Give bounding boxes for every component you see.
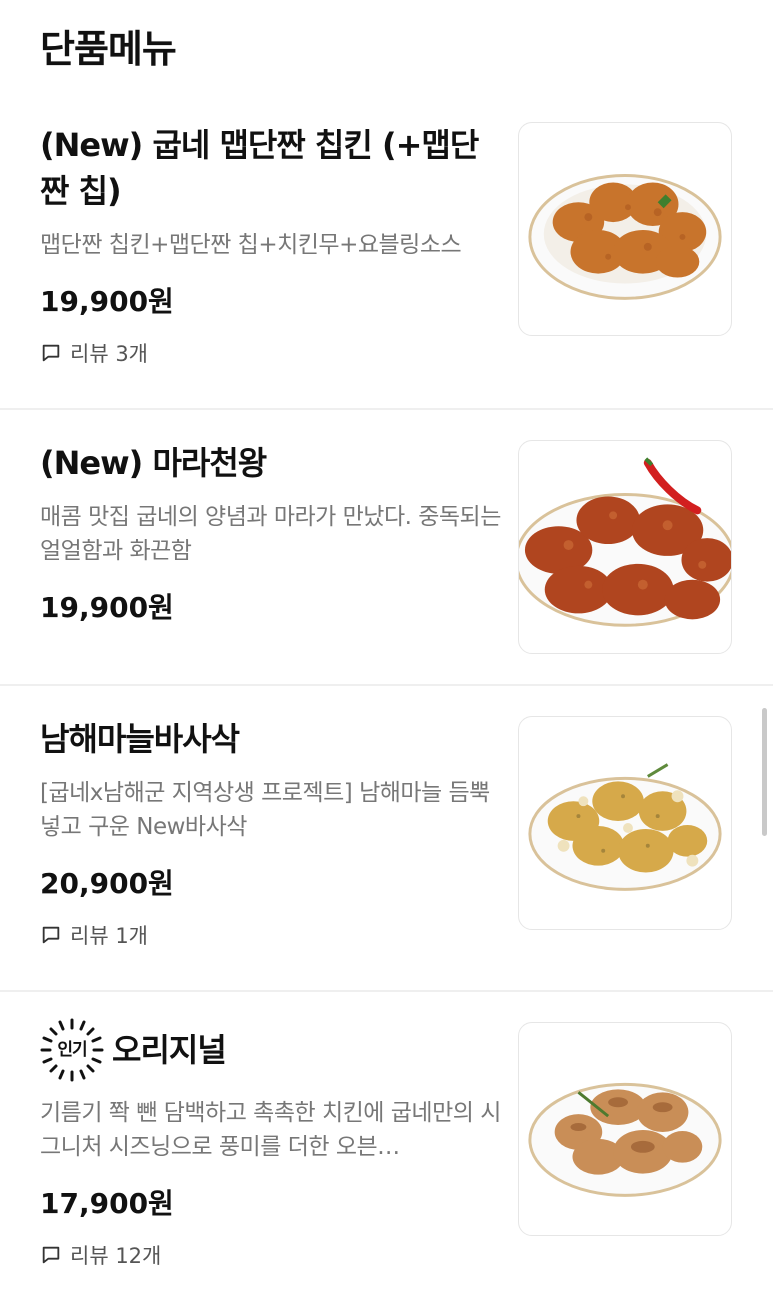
roasted-chicken-plate-icon <box>528 1082 722 1197</box>
review-count: 리뷰 12개 <box>70 1244 162 1268</box>
menu-item-image[interactable] <box>518 716 732 930</box>
spicy-chicken-plate-icon <box>519 457 731 627</box>
item-name: (New) 굽네 맵단짠 칩킨 (+맵단짠 칩) <box>40 126 479 210</box>
speech-bubble-icon <box>40 1244 62 1266</box>
item-description: 맵단짠 칩킨+맵단짠 칩+치킨무+요블링소스 <box>40 232 462 258</box>
speech-bubble-icon <box>40 924 62 946</box>
menu-item-image[interactable] <box>518 440 732 654</box>
item-name: 인기 오리지널 <box>40 1018 502 1082</box>
item-price: 17,900원 <box>40 1187 174 1220</box>
item-price: 19,900원 <box>40 591 174 624</box>
menu-item-original[interactable]: 인기 오리지널 기름기 쫙 뺀 담백하고 촉촉한 치킨에 굽네만의 시그니처 시… <box>0 992 773 1303</box>
review-link[interactable]: 리뷰 12개 <box>40 1240 502 1270</box>
review-count: 리뷰 1개 <box>70 924 148 948</box>
item-description: 매콤 맛집 굽네의 양념과 마라가 만났다. 중독되는 얼얼함과 화끈함 <box>40 504 501 564</box>
item-name: (New) 마라천왕 <box>40 444 267 482</box>
menu-item-marachunwang[interactable]: (New) 마라천왕 매콤 맛집 굽네의 양념과 마라가 만났다. 중독되는 얼… <box>0 410 773 686</box>
review-link[interactable]: 리뷰 3개 <box>40 338 502 368</box>
menu-item-image[interactable] <box>518 1022 732 1236</box>
popular-badge: 인기 <box>40 1018 104 1082</box>
item-name: 남해마늘바사삭 <box>40 720 240 758</box>
item-description: [굽네x남해군 지역상생 프로젝트] 남해마늘 듬뿍 넣고 구운 New바사삭 <box>40 780 490 840</box>
section-title: 단품메뉴 <box>40 27 177 71</box>
speech-bubble-icon <box>40 342 62 364</box>
item-price: 20,900원 <box>40 867 174 900</box>
fried-chicken-plate-icon <box>528 174 722 300</box>
item-price: 19,900원 <box>40 285 174 318</box>
review-link[interactable]: 리뷰 1개 <box>40 920 502 950</box>
menu-item-namhae-garlic[interactable]: 남해마늘바사삭 [굽네x남해군 지역상생 프로젝트] 남해마늘 듬뿍 넣고 구운… <box>0 686 773 992</box>
menu-item-image[interactable] <box>518 122 732 336</box>
menu-item-maepdanjjan[interactable]: (New) 굽네 맵단짠 칩킨 (+맵단짠 칩) 맵단짠 칩킨+맵단짠 칩+치킨… <box>0 92 773 410</box>
item-name-text: 오리지널 <box>112 1031 227 1069</box>
review-count: 리뷰 3개 <box>70 342 148 366</box>
garlic-chicken-plate-icon <box>528 763 722 891</box>
badge-label: 인기 <box>57 1040 87 1060</box>
item-description: 기름기 쫙 뺀 담백하고 촉촉한 치킨에 굽네만의 시그니처 시즈닝으로 풍미를… <box>40 1100 501 1160</box>
scrollbar[interactable] <box>762 708 767 836</box>
